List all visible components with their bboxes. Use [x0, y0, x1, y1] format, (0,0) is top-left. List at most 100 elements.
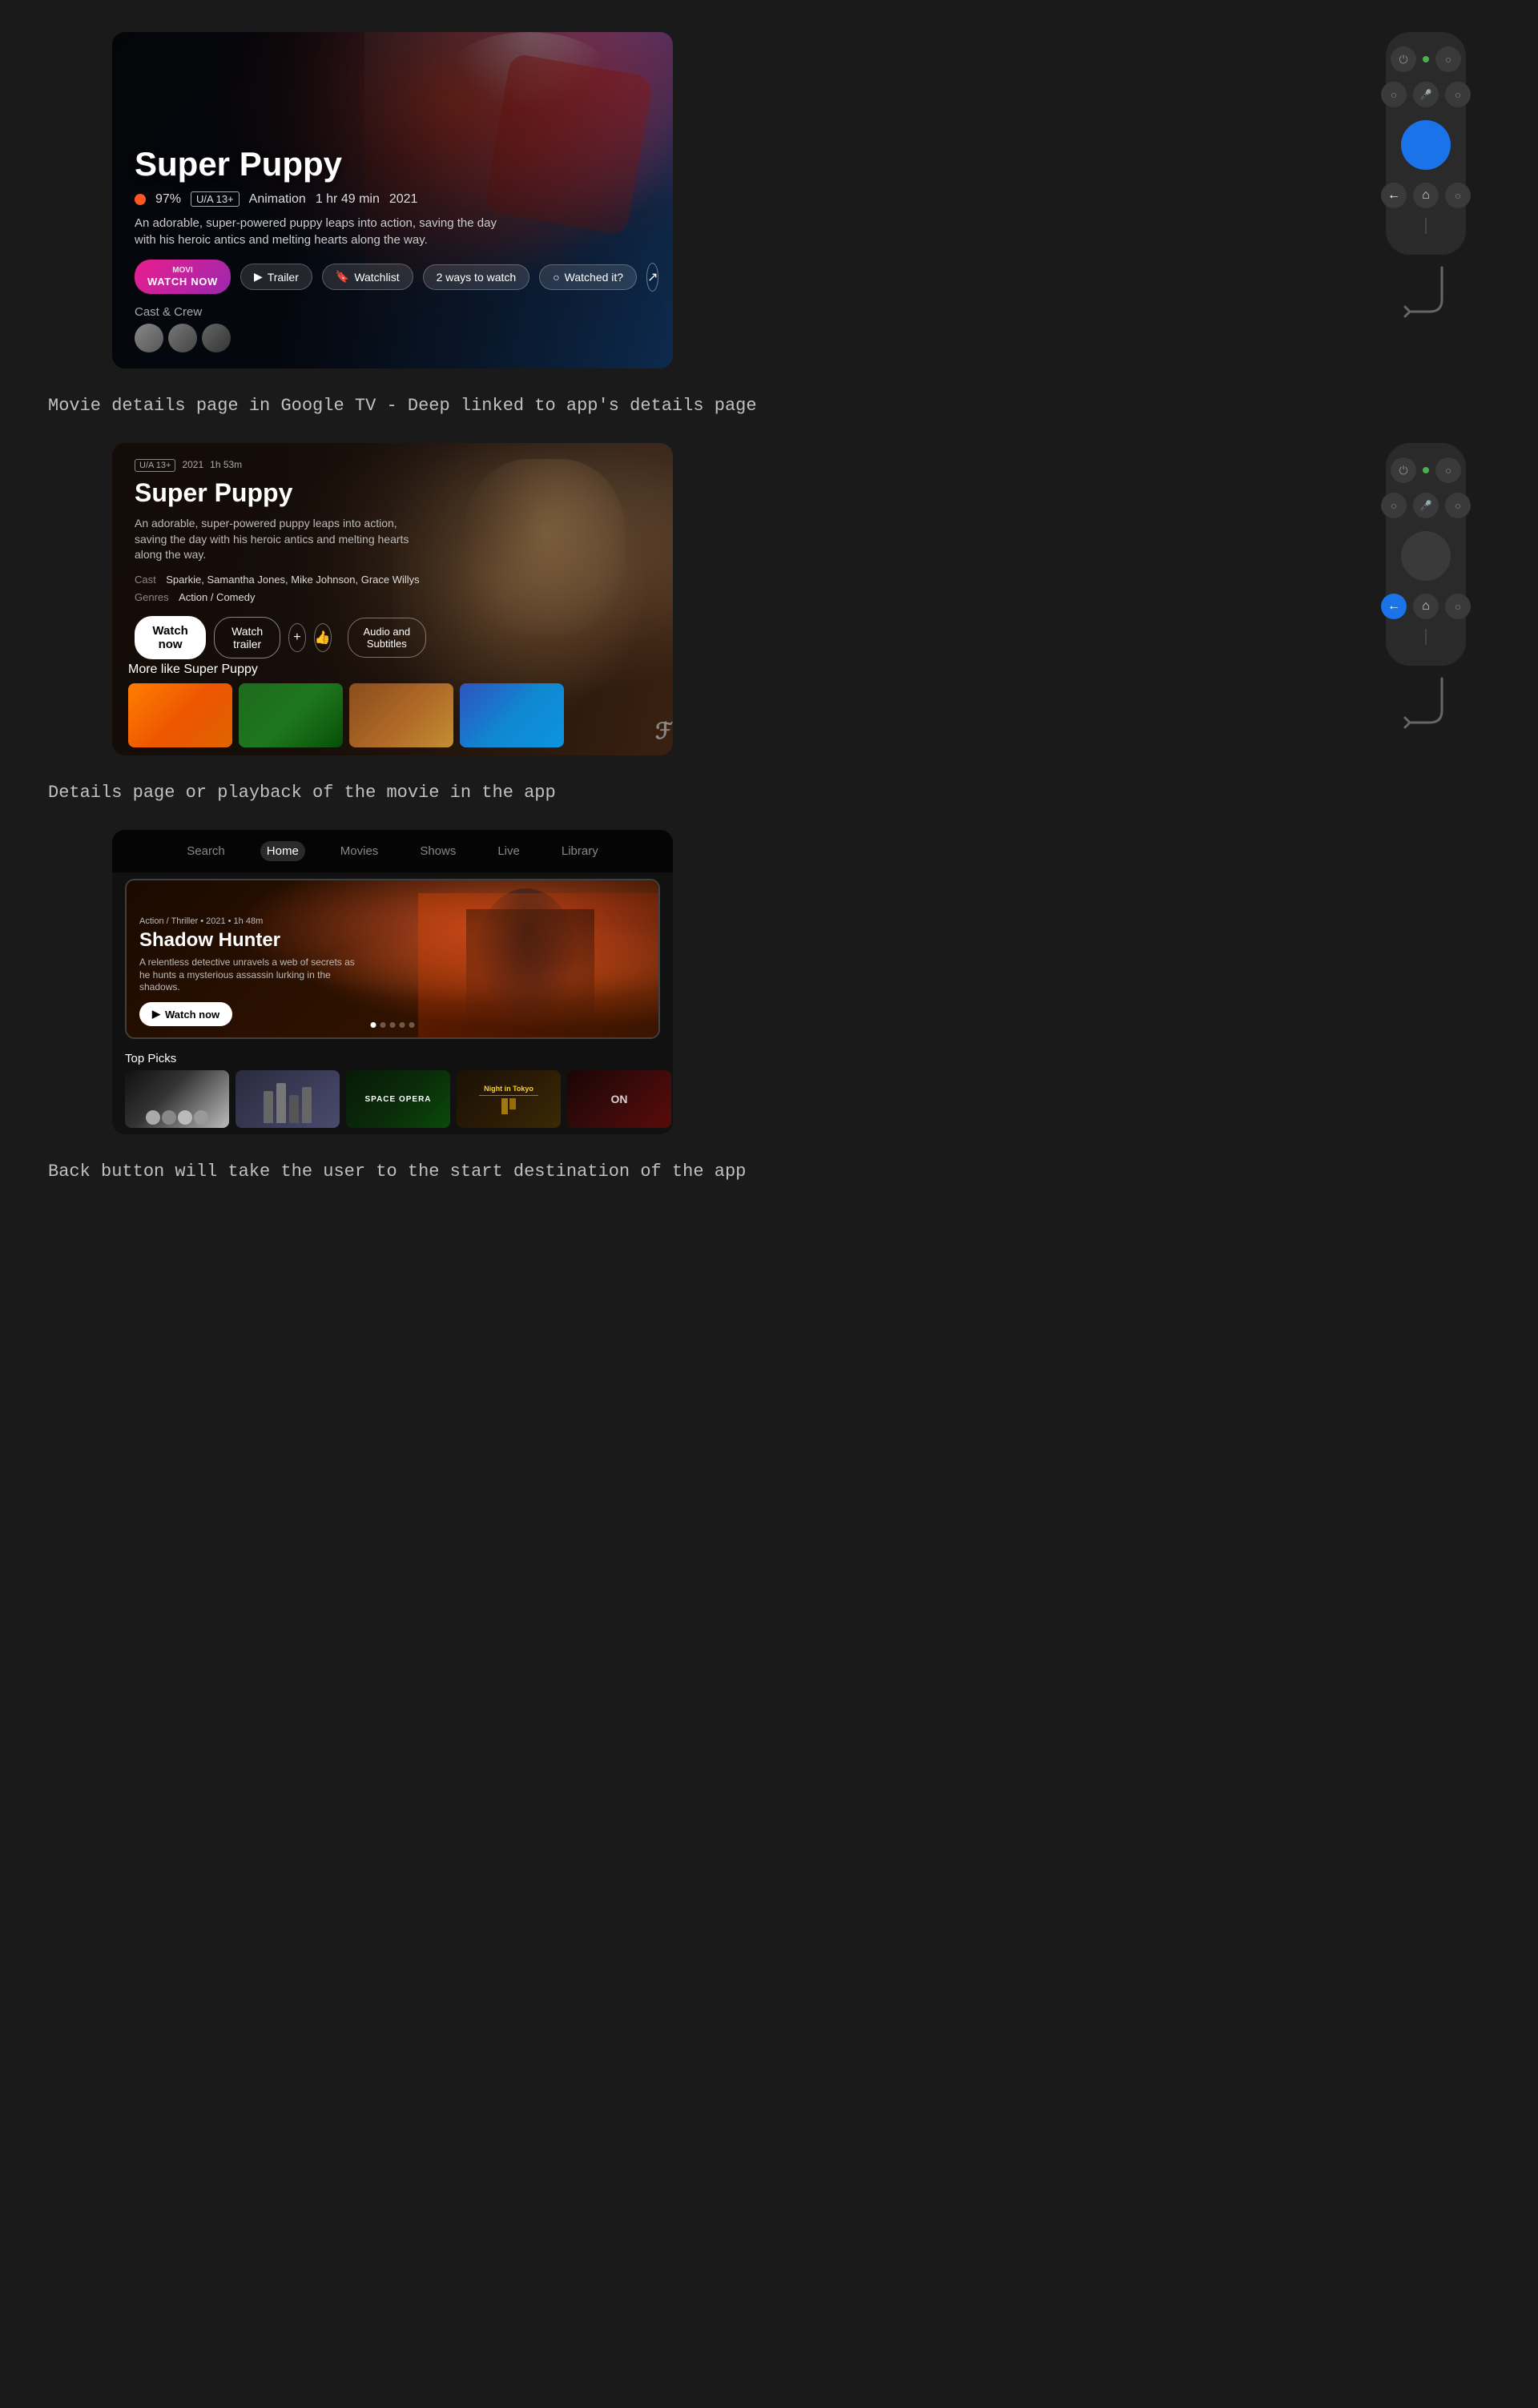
watched-label: Watched it?	[565, 271, 623, 284]
dot-5	[409, 1022, 415, 1028]
panel2-badges: U/A 13+ 2021 1h 53m	[135, 459, 426, 472]
hero-watch-now-button[interactable]: ▶ Watch now	[139, 1002, 232, 1026]
cast-crew-label: Cast & Crew	[135, 305, 650, 319]
ways-label: 2 ways to watch	[437, 271, 517, 284]
circle-icon-2: ○	[1391, 89, 1397, 101]
dot-3	[390, 1022, 396, 1028]
panel1-duration: 1 hr 49 min	[316, 192, 380, 207]
section-2-row: U/A 13+ 2021 1h 53m Super Puppy An adora…	[0, 427, 1538, 771]
panel1-year: 2021	[389, 192, 418, 207]
home-icon-2	[1422, 599, 1430, 614]
hero-title: Shadow Hunter	[139, 929, 364, 952]
add-button[interactable]: +	[288, 623, 306, 652]
remote2-bottom-row: ○	[1381, 594, 1471, 619]
remote2-back-button[interactable]	[1381, 594, 1407, 619]
power-icon	[1399, 53, 1407, 66]
pick-thumb-3[interactable]: SPACE OPERA	[346, 1070, 450, 1128]
trailer-button[interactable]: ▶ Trailer	[240, 264, 312, 290]
caption1-text: Movie details page in Google TV - Deep l…	[48, 396, 757, 416]
remote2-home-button[interactable]	[1413, 594, 1439, 619]
top-picks-section: Top Picks	[112, 1045, 673, 1128]
caption2-text: Details page or playback of the movie in…	[48, 783, 556, 803]
movi-watchnow-text: WATCH NOW	[147, 276, 218, 288]
night-tokyo-text: Night in Tokyo	[484, 1085, 533, 1093]
trailer-label: Trailer	[268, 271, 299, 284]
right-panel-1: ○ ○ 🎤 ○	[1362, 32, 1490, 324]
panel-app-details: U/A 13+ 2021 1h 53m Super Puppy An adora…	[112, 443, 673, 755]
pick-thumb-1[interactable]	[125, 1070, 229, 1128]
nav-search[interactable]: Search	[180, 841, 232, 861]
pick-thumb-2[interactable]	[236, 1070, 340, 1128]
cast-avatar-2	[168, 324, 197, 352]
space-opera-text: SPACE OPERA	[364, 1095, 431, 1104]
panel2-cast-value: Sparkie, Samantha Jones, Mike Johnson, G…	[166, 574, 419, 586]
mic-icon-2: 🎤	[1420, 500, 1432, 511]
remote-2: ○ ○ 🎤 ○	[1386, 443, 1466, 666]
hero-meta: Action / Thriller • 2021 • 1h 48m	[139, 916, 364, 926]
section-3-row: Search Home Movies Shows Live Library	[0, 814, 1538, 1150]
panel2-cast-label: Cast	[135, 574, 156, 586]
panel-app-home: Search Home Movies Shows Live Library	[112, 830, 673, 1134]
caption-1: Movie details page in Google TV - Deep l…	[0, 385, 1538, 427]
panel1-actions: MOVI WATCH NOW ▶ Trailer 🔖 Watchlist	[135, 260, 650, 294]
remote-1: ○ ○ 🎤 ○	[1386, 32, 1466, 255]
bookmark-icon: 🔖	[336, 270, 349, 284]
remote2-mic-button[interactable]: 🎤	[1413, 493, 1439, 518]
remote1-top-right-button[interactable]: ○	[1435, 46, 1461, 72]
page-wrapper: Super Puppy 97% U/A 13+ Animation 1 hr 4…	[0, 16, 1538, 1193]
remote1-right-button[interactable]: ○	[1445, 82, 1471, 107]
thumbnail-1[interactable]	[128, 683, 232, 747]
panel2-genres-value: Action / Comedy	[179, 591, 255, 603]
watch-now-button[interactable]: Watch now	[135, 616, 206, 659]
nav-shows[interactable]: Shows	[413, 841, 462, 861]
panel1-title: Super Puppy	[135, 145, 650, 183]
remote1-home-button[interactable]	[1413, 183, 1439, 208]
circle-icon-3: ○	[1455, 89, 1461, 101]
watchlist-button[interactable]: 🔖 Watchlist	[322, 264, 413, 290]
dot-4	[400, 1022, 405, 1028]
remote2-extra-button[interactable]: ○	[1445, 594, 1471, 619]
cast-avatar-1	[135, 324, 163, 352]
panel1-meta: 97% U/A 13+ Animation 1 hr 49 min 2021	[135, 191, 650, 207]
picks-row: SPACE OPERA Night in Tokyo	[125, 1070, 660, 1128]
pick-thumb-4[interactable]: Night in Tokyo	[457, 1070, 561, 1128]
watch-trailer-button[interactable]: Watch trailer	[214, 617, 280, 658]
remote1-extra-button[interactable]: ○	[1445, 183, 1471, 208]
app-nav: Search Home Movies Shows Live Library	[112, 830, 673, 872]
nav-library[interactable]: Library	[555, 841, 605, 861]
circle-icon: ○	[1445, 54, 1451, 66]
remote2-top-right-button[interactable]: ○	[1435, 457, 1461, 483]
remote1-mic-row: ○ 🎤 ○	[1381, 82, 1471, 107]
thumbnail-4[interactable]	[460, 683, 564, 747]
nav-home[interactable]: Home	[260, 841, 305, 861]
panel1-desc: An adorable, super-powered puppy leaps i…	[135, 215, 503, 248]
cast-avatar-3	[202, 324, 231, 352]
pick-thumb-5[interactable]: ON	[567, 1070, 671, 1128]
nav-live[interactable]: Live	[491, 841, 526, 861]
circle-icon-7: ○	[1455, 500, 1461, 512]
movi-watch-now-button[interactable]: MOVI WATCH NOW	[135, 260, 231, 294]
remote1-back-button[interactable]	[1381, 183, 1407, 208]
thumbnail-2[interactable]	[239, 683, 343, 747]
hero-card[interactable]: Action / Thriller • 2021 • 1h 48m Shadow…	[125, 879, 660, 1039]
watched-it-button[interactable]: ○ Watched it?	[539, 264, 637, 290]
audio-subs-button[interactable]: Audio and Subtitles	[348, 618, 426, 658]
remote1-top-row: ○	[1391, 46, 1461, 72]
share-button[interactable]: ↗	[646, 263, 658, 292]
remote1-left-button[interactable]: ○	[1381, 82, 1407, 107]
nav-movies[interactable]: Movies	[334, 841, 385, 861]
play-icon-hero: ▶	[152, 1008, 160, 1021]
remote1-power-button[interactable]	[1391, 46, 1416, 72]
remote1-mic-button[interactable]: 🎤	[1413, 82, 1439, 107]
like-button[interactable]: 👍	[314, 623, 332, 652]
ways-to-watch-button[interactable]: 2 ways to watch	[423, 264, 530, 290]
panel-google-tv: Super Puppy 97% U/A 13+ Animation 1 hr 4…	[112, 32, 673, 368]
remote2-center-button[interactable]	[1401, 531, 1451, 581]
remote2-top-row: ○	[1391, 457, 1461, 483]
remote2-left-button[interactable]: ○	[1381, 493, 1407, 518]
remote1-center-button[interactable]	[1401, 120, 1451, 170]
remote2-power-button[interactable]	[1391, 457, 1416, 483]
remote2-right-button[interactable]: ○	[1445, 493, 1471, 518]
remote1-cord	[1425, 218, 1427, 234]
thumbnail-3[interactable]	[349, 683, 453, 747]
